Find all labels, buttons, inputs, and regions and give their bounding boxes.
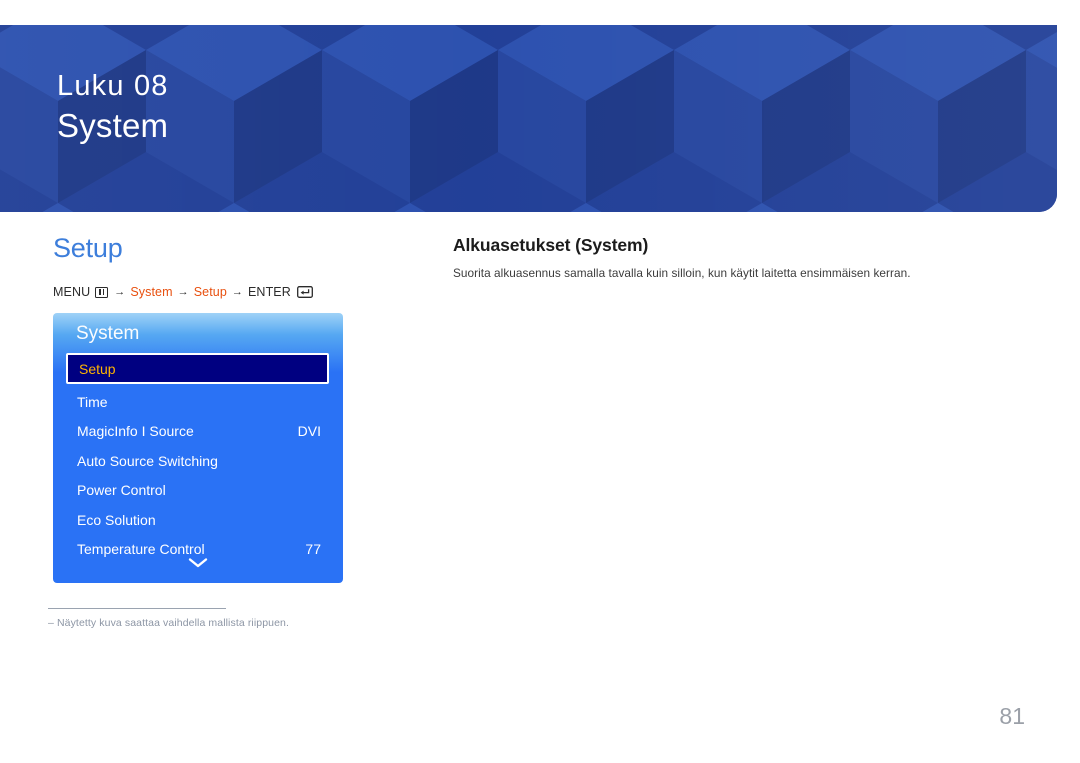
content-heading: Alkuasetukset (System) xyxy=(453,235,649,255)
enter-return-icon xyxy=(296,286,313,298)
page-number: 81 xyxy=(999,703,1025,729)
menu-path-enter-label: ENTER xyxy=(248,285,291,299)
osd-item-label: Power Control xyxy=(77,482,166,499)
menu-path-menu-label: MENU xyxy=(53,285,91,299)
page-title: Setup xyxy=(53,233,123,263)
chevron-down-icon xyxy=(188,558,208,568)
menu-path-step-system: System xyxy=(130,285,173,299)
osd-item-magicinfo-i-source[interactable]: MagicInfo I Source DVI xyxy=(53,417,343,447)
osd-item-label: MagicInfo I Source xyxy=(77,423,194,440)
menu-path-step-setup: Setup xyxy=(193,285,227,299)
osd-item-auto-source-switching[interactable]: Auto Source Switching xyxy=(53,446,343,476)
osd-item-value: DVI xyxy=(297,423,321,440)
osd-item-time[interactable]: Time xyxy=(53,387,343,417)
osd-scroll-down[interactable] xyxy=(53,556,343,569)
footnote-divider xyxy=(48,608,226,609)
menu-path-breadcrumb: MENU → System → Setup → ENTER xyxy=(53,285,313,299)
menu-bars-icon xyxy=(95,286,109,298)
path-arrow-3: → xyxy=(231,286,243,298)
content-body-text: Suorita alkuasennus samalla tavalla kuin… xyxy=(453,266,911,280)
chapter-label: Luku 08 xyxy=(57,70,169,102)
osd-menu-list: Setup Time MagicInfo I Source DVI Auto S… xyxy=(53,353,343,564)
osd-item-setup[interactable]: Setup xyxy=(66,353,329,384)
chapter-banner: Luku 08 System xyxy=(0,25,1057,212)
path-arrow-1: → xyxy=(114,286,126,298)
osd-item-power-control[interactable]: Power Control xyxy=(53,476,343,506)
banner-text-block: Luku 08 System xyxy=(57,67,169,147)
osd-panel-title: System xyxy=(76,323,140,344)
osd-item-eco-solution[interactable]: Eco Solution xyxy=(53,505,343,535)
osd-item-label: Eco Solution xyxy=(77,511,156,528)
osd-item-label: Temperature Control xyxy=(77,541,205,558)
osd-item-value: 77 xyxy=(305,541,321,558)
osd-item-label: Setup xyxy=(79,360,116,377)
chapter-title: System xyxy=(57,107,169,144)
osd-item-label: Auto Source Switching xyxy=(77,452,218,469)
path-arrow-2: → xyxy=(177,286,189,298)
footnote-text: – Näytetty kuva saattaa vaihdella mallis… xyxy=(48,617,289,629)
osd-menu-panel: System Setup Time MagicInfo I Source DVI… xyxy=(53,313,343,583)
osd-item-label: Time xyxy=(77,393,108,410)
